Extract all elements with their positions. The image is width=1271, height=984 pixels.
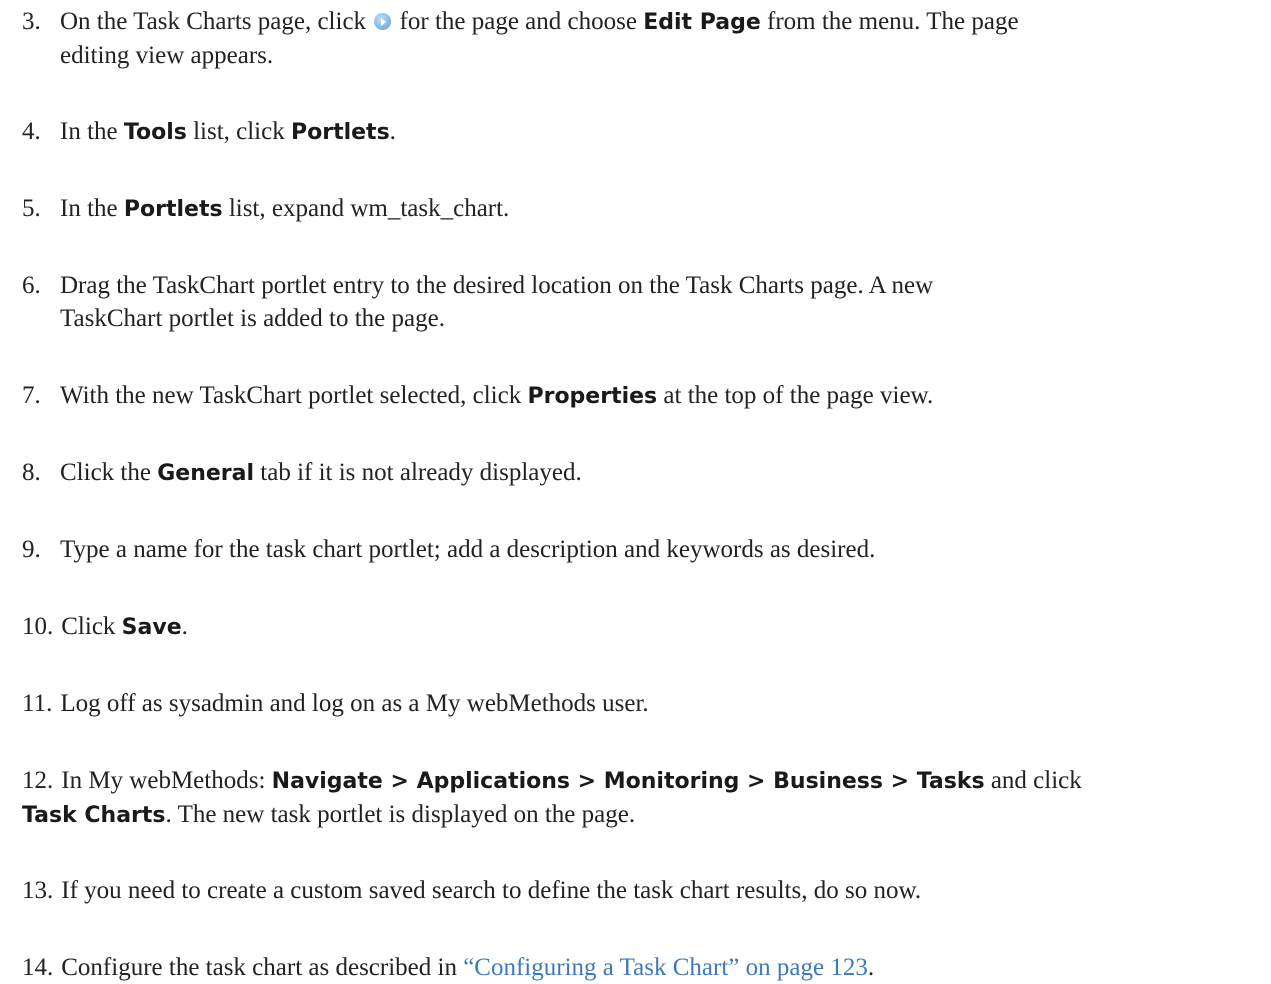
step-13: 13. If you need to create a custom saved … <box>22 874 1262 907</box>
ui-label: Portlets <box>123 197 223 222</box>
step-number: 5. <box>22 195 41 222</box>
step-text: . The new task portlet is displayed on t… <box>165 801 636 828</box>
step-line: TaskChart portlet is added to the page. <box>22 302 1262 335</box>
play-menu-icon <box>374 13 392 30</box>
step-text: In My webMethods: <box>61 767 272 794</box>
step-text: If you need to create a custom saved sea… <box>61 877 922 904</box>
step-text: Configure the task chart as described in <box>61 954 464 981</box>
step-text: In the <box>60 195 124 222</box>
document-page: 3. On the Task Charts page, click for the… <box>0 0 1271 981</box>
step-text: at the top of the page view. <box>657 382 934 409</box>
step-line: 13. If you need to create a custom saved … <box>22 874 1262 907</box>
step-text: . <box>181 613 188 640</box>
step-number: 13. <box>22 877 54 904</box>
step-line: editing view appears. <box>22 39 1262 72</box>
step-5: 5. In the Portlets list, expand wm_task_c… <box>22 192 1262 226</box>
ui-label: Edit Page <box>643 10 761 35</box>
step-text: TaskChart portlet is added to the page. <box>60 305 445 332</box>
step-4: 4. In the Tools list, click Portlets. <box>22 115 1262 149</box>
ui-label: Save <box>121 615 182 640</box>
step-line: 9. Type a name for the task chart portlet… <box>22 533 1262 566</box>
step-number: 10. <box>22 613 54 640</box>
step-text: for the page and choose <box>393 8 644 35</box>
ui-label: Properties <box>527 384 658 409</box>
ui-label: Navigate > Applications > Monitoring > B… <box>271 769 985 794</box>
step-text: from the menu. The page <box>760 8 1019 35</box>
step-text: tab if it is not already displayed. <box>254 459 582 486</box>
step-line: 3. On the Task Charts page, click for the… <box>22 5 1262 39</box>
step-text: Type a name for the task chart portlet; … <box>60 536 876 563</box>
step-line: 5. In the Portlets list, expand wm_task_c… <box>22 192 1262 226</box>
step-8: 8. Click the General tab if it is not alr… <box>22 456 1262 490</box>
step-3: 3. On the Task Charts page, click for the… <box>22 5 1262 72</box>
step-14: 14. Configure the task chart as described… <box>22 951 1262 984</box>
step-number: 9. <box>22 536 41 563</box>
step-12: 12. In My webMethods: Navigate > Applicat… <box>22 764 1262 832</box>
step-6: 6. Drag the TaskChart portlet entry to th… <box>22 269 1262 335</box>
step-number: 6. <box>22 272 41 299</box>
step-number: 8. <box>22 459 41 486</box>
step-text: list, click <box>186 118 291 145</box>
step-number: 14. <box>22 954 54 981</box>
step-line: Task Charts. The new task portlet is dis… <box>22 798 1262 832</box>
step-text: Click <box>61 613 122 640</box>
step-text: On the Task Charts page, click <box>60 8 373 35</box>
step-text: . <box>389 118 396 145</box>
step-line: 6. Drag the TaskChart portlet entry to th… <box>22 269 1262 302</box>
step-number: 7. <box>22 382 41 409</box>
step-text: With the new TaskChart portlet selected,… <box>60 382 528 409</box>
step-9: 9. Type a name for the task chart portlet… <box>22 533 1262 566</box>
step-line: 10. Click Save. <box>22 610 1262 644</box>
step-text: Click the <box>60 459 158 486</box>
step-number: 11. <box>22 690 53 717</box>
ui-label: Tools <box>123 120 187 145</box>
step-line: 8. Click the General tab if it is not alr… <box>22 456 1262 490</box>
step-line: 7. With the new TaskChart portlet selecte… <box>22 379 1262 413</box>
step-text: and click <box>984 767 1082 794</box>
ui-label: Task Charts <box>22 803 166 828</box>
step-text: list, expand wm_task_chart. <box>222 195 510 222</box>
ui-label: General <box>157 461 255 486</box>
step-text: Log off as sysadmin and log on as a My w… <box>60 690 649 717</box>
cross-reference-link[interactable]: “Configuring a Task Chart” on page 123 <box>463 954 868 981</box>
step-10: 10. Click Save. <box>22 610 1262 644</box>
step-11: 11. Log off as sysadmin and log on as a M… <box>22 687 1262 720</box>
step-number: 12. <box>22 767 54 794</box>
step-line: 14. Configure the task chart as described… <box>22 951 1262 984</box>
step-number: 4. <box>22 118 41 145</box>
step-line: 4. In the Tools list, click Portlets. <box>22 115 1262 149</box>
step-number: 3. <box>22 8 41 35</box>
step-text: In the <box>60 118 124 145</box>
step-text: editing view appears. <box>60 42 274 69</box>
step-line: 11. Log off as sysadmin and log on as a M… <box>22 687 1262 720</box>
step-7: 7. With the new TaskChart portlet selecte… <box>22 379 1262 413</box>
step-line: 12. In My webMethods: Navigate > Applicat… <box>22 764 1262 798</box>
ui-label: Portlets <box>290 120 390 145</box>
step-text: Drag the TaskChart portlet entry to the … <box>60 272 934 299</box>
step-text: . <box>867 954 875 981</box>
